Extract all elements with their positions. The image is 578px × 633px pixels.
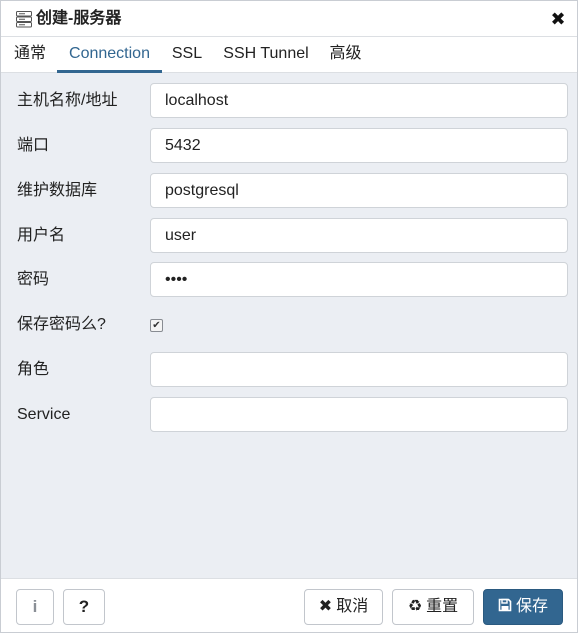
close-icon: ✖ <box>318 598 333 615</box>
close-icon[interactable]: ✖ <box>547 9 569 29</box>
dialog-title: 创建-服务器 <box>36 10 122 27</box>
help-button[interactable]: ? <box>63 589 105 625</box>
username-input[interactable]: user <box>150 218 568 253</box>
port-input[interactable]: 5432 <box>150 128 568 163</box>
reset-label: 重置 <box>426 598 459 615</box>
service-label: Service <box>17 406 71 423</box>
username-label: 用户名 <box>17 227 66 244</box>
info-button[interactable]: i <box>16 589 54 625</box>
tab-connection[interactable]: Connection <box>57 37 162 73</box>
cancel-button[interactable]: ✖ 取消 <box>304 589 383 625</box>
tab-advanced[interactable]: 高级 <box>323 37 368 73</box>
create-server-dialog: 创建-服务器 ✖ 通常 Connection SSL SSH Tunnel 高级… <box>0 0 578 633</box>
port-label: 端口 <box>17 137 50 154</box>
password-input[interactable]: •••• <box>150 262 568 297</box>
connection-form: 主机名称/地址 localhost 端口 5432 维护数据库 postgres… <box>1 73 577 578</box>
dialog-footer: i ? ✖ 取消 ♻ 重置 保存 <box>1 578 577 632</box>
save-password-label: 保存密码么? <box>17 316 106 333</box>
password-label: 密码 <box>17 271 50 288</box>
service-input[interactable] <box>150 397 568 432</box>
server-icon <box>15 9 33 29</box>
host-input[interactable]: localhost <box>150 83 568 118</box>
host-label: 主机名称/地址 <box>17 92 118 109</box>
role-label: 角色 <box>17 361 50 378</box>
help-icon: ? <box>78 597 90 616</box>
save-label: 保存 <box>515 598 548 615</box>
tab-ssl[interactable]: SSL <box>166 37 208 73</box>
cancel-label: 取消 <box>336 598 369 615</box>
recycle-icon: ♻ <box>407 598 423 615</box>
tab-general[interactable]: 通常 <box>5 37 55 73</box>
tab-ssh-tunnel[interactable]: SSH Tunnel <box>216 37 316 73</box>
save-button[interactable]: 保存 <box>483 589 563 625</box>
role-input[interactable] <box>150 352 568 387</box>
dialog-titlebar: 创建-服务器 ✖ <box>1 1 577 37</box>
reset-button[interactable]: ♻ 重置 <box>392 589 474 625</box>
tab-bar: 通常 Connection SSL SSH Tunnel 高级 <box>1 37 577 73</box>
save-password-checkbox[interactable]: ✔ <box>150 319 163 332</box>
info-icon: i <box>32 597 38 616</box>
floppy-disk-icon <box>498 590 512 624</box>
maintenance-db-input[interactable]: postgresql <box>150 173 568 208</box>
maintenance-db-label: 维护数据库 <box>17 182 98 199</box>
